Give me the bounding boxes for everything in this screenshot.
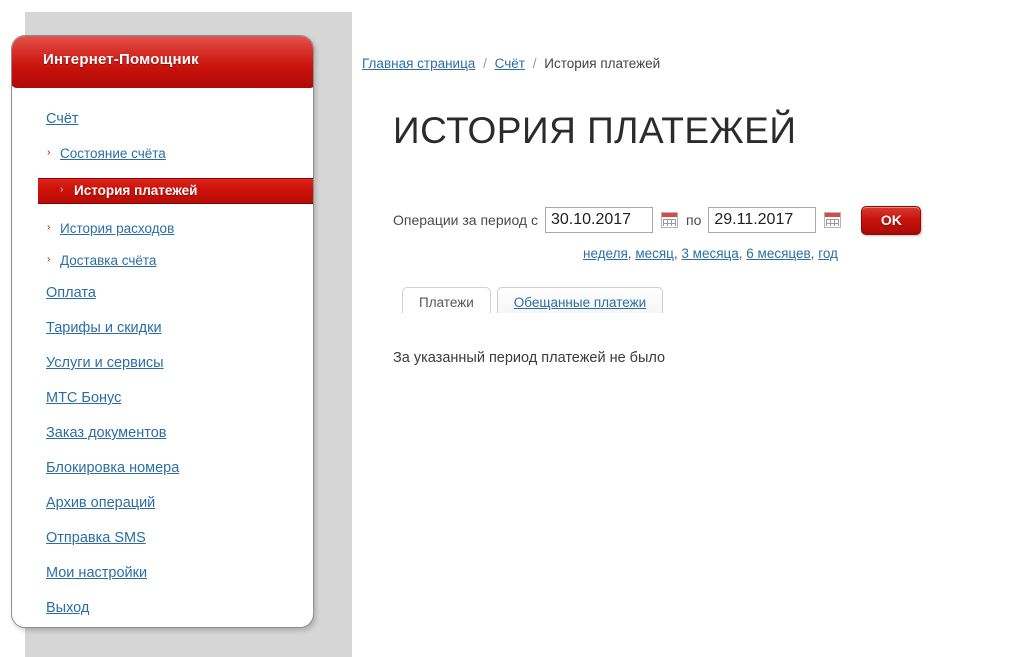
- tab-label: Обещанные платежи: [513, 295, 647, 310]
- content-background: [352, 12, 1035, 657]
- sidebar-title: Интернет-Помощник: [43, 51, 199, 68]
- tab-content-separator: [402, 313, 1002, 317]
- submit-ok-button[interactable]: OK: [861, 205, 922, 235]
- sidebar-item-block-number[interactable]: Блокировка номера: [46, 460, 313, 476]
- sidebar-item-payment[interactable]: Оплата: [46, 285, 313, 301]
- calendar-grid: [662, 219, 676, 226]
- sidebar-item-label: МТС Бонус: [46, 390, 122, 406]
- sidebar-item-label: Выход: [46, 600, 90, 616]
- chevron-right-icon: ›: [47, 147, 51, 158]
- quick-range-links: неделя, месяц, 3 месяца, 6 месяцев, год: [583, 246, 838, 261]
- breadcrumb: Главная страница / Счёт / История платеж…: [362, 56, 660, 71]
- sidebar-item-account-state[interactable]: › Состояние счёта: [47, 146, 313, 161]
- sidebar-item-label: История платежей: [74, 183, 198, 198]
- sidebar-item-services[interactable]: Услуги и сервисы: [46, 355, 313, 371]
- date-to-input[interactable]: [708, 207, 817, 233]
- sidebar-item-payment-history[interactable]: › История платежей: [38, 178, 313, 204]
- chevron-right-icon: ›: [47, 254, 51, 265]
- sidebar-panel: Интернет-Помощник Счёт › Состояние счёта…: [11, 35, 314, 628]
- main-content: ИСТОРИЯ ПЛАТЕЖЕЙ: [393, 110, 1033, 152]
- quick-range-6-months[interactable]: 6 месяцев: [746, 246, 810, 261]
- sidebar-item-label: Доставка счёта: [60, 253, 157, 268]
- quick-range-month[interactable]: месяц: [635, 246, 674, 261]
- calendar-icon-from[interactable]: [660, 212, 678, 228]
- breadcrumb-separator: /: [532, 56, 537, 71]
- breadcrumb-separator: /: [483, 56, 487, 71]
- breadcrumb-link-home[interactable]: Главная страница: [362, 56, 475, 71]
- calendar-icon-to[interactable]: [824, 212, 842, 228]
- sidebar-item-expense-history[interactable]: › История расходов: [47, 221, 313, 236]
- chevron-right-icon: ›: [60, 184, 64, 195]
- quick-range-week[interactable]: неделя: [583, 246, 628, 261]
- breadcrumb-current: История платежей: [544, 56, 661, 71]
- sidebar-item-account[interactable]: Счёт: [46, 111, 313, 127]
- sidebar-item-label: Отправка SMS: [46, 530, 146, 546]
- sidebar-item-send-sms[interactable]: Отправка SMS: [46, 530, 313, 546]
- sidebar-item-operations-archive[interactable]: Архив операций: [46, 495, 313, 511]
- period-from-label: Операции за период с: [393, 212, 538, 228]
- calendar-grid: [826, 219, 840, 226]
- chevron-right-icon: ›: [47, 222, 51, 233]
- sidebar-item-label: Мои настройки: [46, 565, 148, 581]
- sidebar-item-tariffs[interactable]: Тарифы и скидки: [46, 320, 313, 336]
- sidebar-item-label: Оплата: [46, 285, 96, 301]
- sidebar-item-label: Блокировка номера: [46, 460, 180, 476]
- sidebar-item-bill-delivery[interactable]: › Доставка счёта: [47, 253, 313, 268]
- sidebar-item-order-documents[interactable]: Заказ документов: [46, 425, 313, 441]
- quick-range-3-months[interactable]: 3 месяца: [681, 246, 738, 261]
- breadcrumb-link-account[interactable]: Счёт: [495, 56, 525, 71]
- page-title: ИСТОРИЯ ПЛАТЕЖЕЙ: [393, 110, 797, 151]
- empty-state-message: За указанный период платежей не было: [393, 350, 666, 366]
- period-filter-row: Операции за период с по OK: [393, 205, 922, 235]
- calendar-header-strip: [661, 213, 677, 217]
- tab-label: Платежи: [419, 295, 474, 310]
- sidebar-item-my-settings[interactable]: Мои настройки: [46, 565, 313, 581]
- quick-range-year[interactable]: год: [818, 246, 838, 261]
- date-from-input[interactable]: [544, 207, 653, 233]
- sidebar-item-label: Услуги и сервисы: [46, 355, 164, 371]
- top-margin: [0, 0, 1035, 12]
- sidebar-item-logout[interactable]: Выход: [46, 600, 313, 616]
- sidebar-item-label: Счёт: [46, 111, 79, 127]
- sidebar-item-label: Состояние счёта: [60, 146, 166, 161]
- sidebar-item-mts-bonus[interactable]: МТС Бонус: [46, 390, 313, 406]
- period-to-label: по: [685, 212, 702, 228]
- calendar-header-strip: [825, 213, 841, 217]
- sidebar-item-label: Заказ документов: [46, 425, 167, 441]
- sidebar-item-label: Архив операций: [46, 495, 156, 511]
- sidebar-menu: Счёт › Состояние счёта › История платеже…: [12, 89, 313, 627]
- sidebar-item-label: Тарифы и скидки: [46, 320, 162, 336]
- sidebar-item-label: История расходов: [60, 221, 175, 236]
- page-root: Интернет-Помощник Счёт › Состояние счёта…: [0, 0, 1035, 657]
- sidebar-header: Интернет-Помощник: [12, 36, 313, 88]
